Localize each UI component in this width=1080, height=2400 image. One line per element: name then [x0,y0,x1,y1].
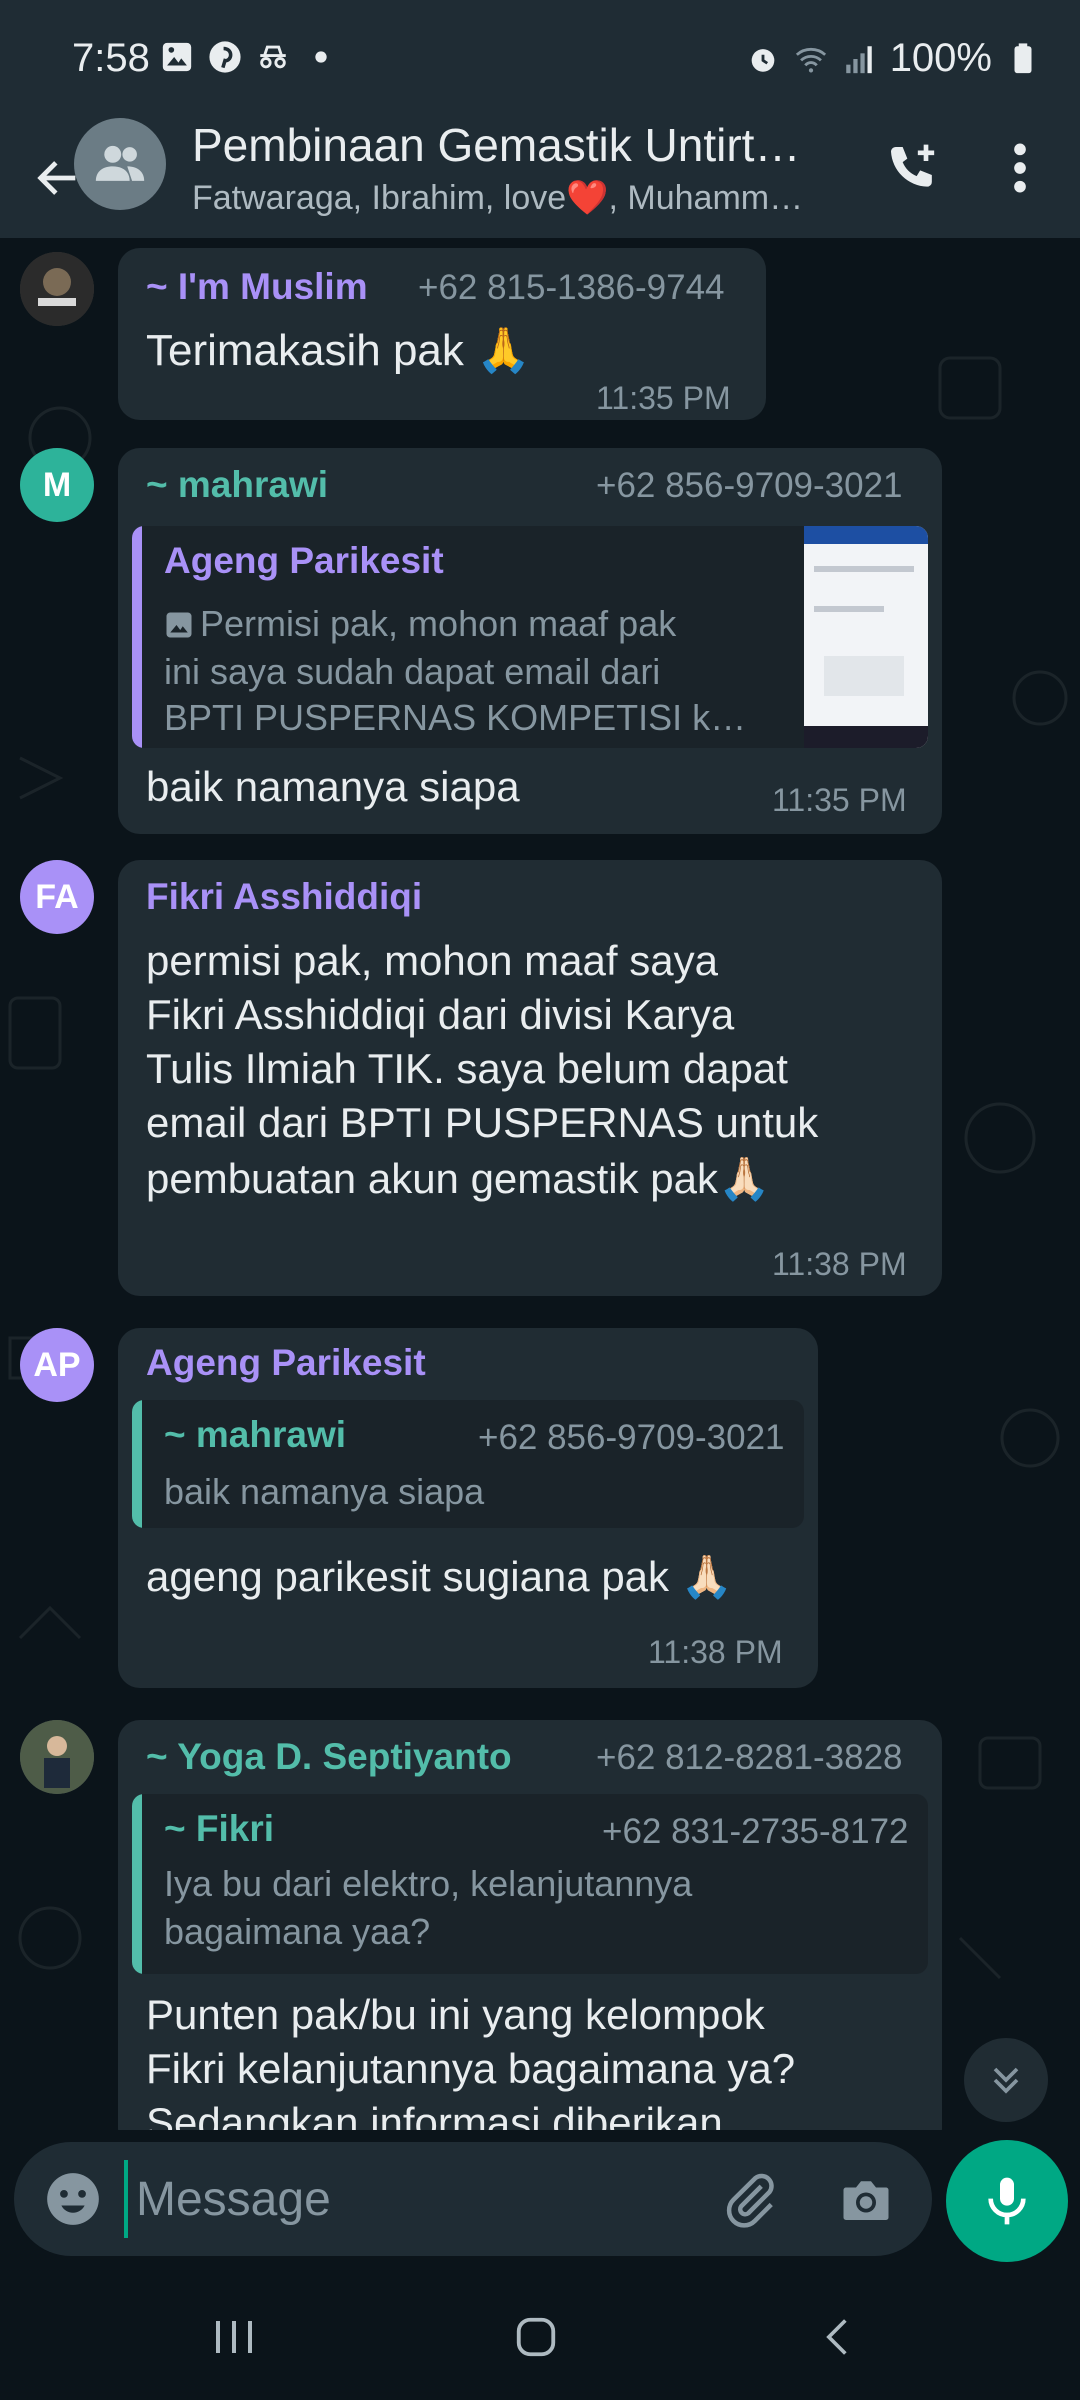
thumbnail-content [824,656,904,696]
thumbnail-content [814,566,914,572]
pinterest-icon [209,41,241,73]
chat-header: Pembinaan Gemastik Untirt… Fatwaraga, Ib… [0,118,1080,238]
quoted-text-line: Permisi pak, mohon maaf pak [200,603,677,644]
message-bubble[interactable]: Ageng Parikesit ~ mahrawi +62 856-9709-3… [118,1328,818,1688]
message-text-line: Tulis Ilmiah TIK. saya belum dapat [146,1045,788,1092]
quote-accent-bar [132,526,142,748]
status-bar: 7:58 100% [0,0,1080,118]
quoted-text-line: Iya bu dari elektro, kelanjutannya [164,1863,693,1904]
status-icons-left [160,40,338,74]
avatar-im-muslim[interactable] [20,252,94,326]
add-call-button[interactable] [872,128,952,208]
thumbnail-taskbar [804,726,928,748]
message-sender[interactable]: Ageng Parikesit [146,1342,426,1384]
message-time: 11:38 PM [648,1634,783,1670]
recent-apps-button[interactable] [184,2302,284,2372]
thumbnail-content [814,606,884,612]
message-bubble[interactable]: ~ mahrawi +62 856-9709-3021 Ageng Parike… [118,448,942,834]
message-time: 11:35 PM [772,782,907,818]
message-text: Terimakasih pak 🙏 [146,326,531,375]
quote-accent-bar [132,1794,142,1974]
quoted-message[interactable]: Ageng Parikesit Permisi pak, mohon maaf … [132,526,928,748]
chat-title[interactable]: Pembinaan Gemastik Untirt… [192,118,800,172]
back-nav-button[interactable] [788,2302,888,2372]
quoted-sender: ~ mahrawi [164,1414,347,1455]
quoted-sender-phone: +62 856-9709-3021 [478,1418,785,1457]
alarm-icon [751,48,775,72]
incognito-icon [260,45,286,69]
more-vert-icon [1014,143,1026,193]
chat-participants[interactable]: Fatwaraga, Ibrahim, love❤️, Muhamm… [192,178,803,218]
quoted-sender: ~ Fikri [164,1808,275,1849]
mic-icon [988,2177,1026,2225]
palestine-avatar-icon [20,252,94,326]
emoji-icon[interactable] [42,2168,104,2230]
battery-percent: 100% [889,36,992,80]
message-text-line: Fikri Asshiddiqi dari divisi Karya [146,991,735,1038]
quoted-sender-phone: +62 831-2735-8172 [602,1812,909,1851]
message-text-line: Sedangkan informasi diberikan [146,2099,723,2130]
message-list[interactable]: ~ I'm Muslim +62 815-1386-9744 Terimakas… [0,238,1080,2130]
dot-icon [315,51,327,63]
quoted-message[interactable]: ~ Fikri +62 831-2735-8172 Iya bu dari el… [132,1794,928,1974]
double-chevron-down-icon [993,2067,1019,2094]
phone-add-icon [891,144,935,187]
status-time: 7:58 [72,36,150,80]
gallery-icon [162,42,192,72]
more-options-button[interactable] [990,128,1050,208]
message-text-line: Punten pak/bu ini yang kelompok [146,1991,765,2038]
profile-photo-icon [20,1720,94,1794]
avatar-ageng[interactable]: AP [20,1328,94,1402]
quoted-text: baik namanya siapa [164,1471,485,1512]
thumbnail-header-bar [804,526,928,544]
message-bubble[interactable]: Fikri Asshiddiqi permisi pak, mohon maaf… [118,860,942,1296]
avatar-fikri[interactable]: FA [20,860,94,934]
message-sender[interactable]: ~ mahrawi [146,464,328,506]
message-text-line: Fikri kelanjutannya bagaimana ya? [146,2045,796,2092]
home-icon [516,2317,556,2357]
quoted-message[interactable]: ~ mahrawi +62 856-9709-3021 baik namanya… [132,1400,804,1528]
message-text: baik namanya siapa [146,763,520,810]
message-time: 11:35 PM [596,380,731,416]
battery-icon [1014,42,1032,73]
message-sender-phone: +62 815-1386-9744 [418,268,725,307]
message-composer [14,2142,932,2256]
message-bubble[interactable]: ~ Yoga D. Septiyanto +62 812-8281-3828 ~… [118,1720,942,2130]
group-icon [95,145,145,181]
message-input[interactable] [124,2160,684,2238]
system-nav-bar [0,2272,1080,2400]
quoted-text-line: bagaimana yaa? [164,1911,431,1952]
avatar-mahrawi[interactable]: M [20,448,94,522]
quoted-sender: Ageng Parikesit [164,540,444,581]
signal-icon [845,45,872,73]
camera-icon[interactable] [836,2170,896,2230]
message-sender[interactable]: ~ I'm Muslim [146,266,368,308]
message-sender-phone: +62 812-8281-3828 [596,1738,903,1777]
recent-apps-icon [216,2321,252,2353]
message-bubble[interactable]: ~ I'm Muslim +62 815-1386-9744 Terimakas… [118,248,766,420]
message-text-line: email dari BPTI PUSPERNAS untuk [146,1099,819,1146]
message-sender[interactable]: ~ Yoga D. Septiyanto [146,1736,512,1778]
quote-accent-bar [132,1400,142,1528]
message-text-line: pembuatan akun gemastik pak🙏🏻 [146,1155,771,1202]
quoted-image-thumbnail[interactable] [804,526,928,748]
quoted-text-line: ini saya sudah dapat email dari [164,651,661,692]
quoted-text-line: BPTI PUSPERNAS KOMPETISI k… [164,697,747,738]
status-icons-right: 100% [746,36,1040,81]
message-text: ageng parikesit sugiana pak 🙏🏻 [146,1553,733,1600]
message-sender[interactable]: Fikri Asshiddiqi [146,876,422,918]
attach-icon[interactable] [720,2170,780,2230]
group-avatar[interactable] [74,118,166,210]
photo-icon [166,612,192,638]
chevron-left-icon [826,2319,847,2355]
message-text-line: permisi pak, mohon maaf saya [146,937,718,984]
avatar-yoga[interactable] [20,1720,94,1794]
scroll-to-bottom-button[interactable] [964,2038,1048,2122]
message-sender-phone: +62 856-9709-3021 [596,466,903,505]
wifi-icon [795,47,826,72]
message-time: 11:38 PM [772,1246,907,1282]
voice-message-button[interactable] [946,2140,1068,2262]
home-button[interactable] [486,2302,586,2372]
